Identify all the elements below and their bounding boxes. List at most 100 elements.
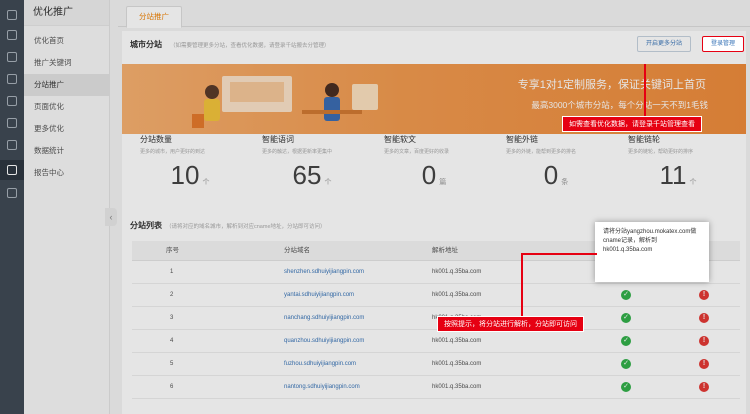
stat-number: 10 — [170, 160, 200, 190]
stat-desc: 更多的链轮，帮助更好的排序 — [628, 149, 694, 155]
sidebar-title: 优化推广 — [24, 0, 109, 26]
sidebar-item-optimize-home[interactable]: 优化首页 — [24, 30, 109, 52]
cell-cname: hk001.q.35ba.com — [432, 361, 482, 367]
annotation-line — [521, 253, 597, 255]
banner-subline: 最高3000个城市分站，每个分站一天不到1毛钱 — [531, 100, 708, 110]
cell-cname: hk001.q.35ba.com — [432, 292, 482, 298]
stat-desc: 更多的触达，根据更新率更集中 — [262, 149, 333, 155]
cell-domain[interactable]: quanzhou.sdhuiyijiangpin.com — [284, 330, 364, 353]
sidebar-item-substation[interactable]: 分站推广 — [24, 74, 109, 96]
monitor-icon[interactable] — [7, 30, 17, 40]
table-row: 4 quanzhou.sdhuiyijiangpin.com hk001.q.3… — [132, 330, 740, 353]
cell-domain[interactable]: yantai.sdhuiyijiangpin.com — [284, 284, 354, 307]
cname-popup: 请将分站yangzhou.mokatex.com做cname记录，解析到hk00… — [595, 222, 709, 282]
sidebar-item-reports[interactable]: 报告中心 — [24, 162, 109, 184]
header-no: 序号 — [166, 247, 179, 254]
stat-unit: 条 — [561, 179, 569, 186]
cell-domain[interactable]: nanchang.sdhuiyijiangpin.com — [284, 307, 364, 330]
sidebar-item-statistics[interactable]: 数据统计 — [24, 140, 109, 162]
table-row: 6 nantong.sdhuiyijiangpin.com hk001.q.35… — [132, 376, 740, 399]
stat-smart-words: 智能语词 更多的触达，根据更新率更集中 65 个 — [262, 134, 382, 204]
search-icon[interactable] — [7, 96, 17, 106]
grid-icon[interactable] — [7, 74, 17, 84]
resolve-tip: 按照提示，将分站进行解析，分站即可访问 — [437, 316, 584, 332]
sidebar-item-keywords[interactable]: 推广关键词 — [24, 52, 109, 74]
gear-icon[interactable] — [7, 188, 17, 198]
city-section-hint: （如需要管理更多分站，查看优化数据，请登录千站搬去分管理） — [170, 43, 330, 49]
error-icon[interactable]: ! — [699, 336, 709, 346]
stat-smart-links: 智能外链 更多的外链，能帮到更多的排名 0条 — [506, 134, 626, 204]
stat-unit: 个 — [689, 179, 697, 186]
sidebar-item-page-optimize[interactable]: 页面优化 — [24, 96, 109, 118]
check-icon: ✓ — [621, 336, 631, 346]
tab-substation[interactable]: 分站推广 — [126, 6, 182, 28]
main-content: 分站推广 城市分站 （如需要管理更多分站，查看优化数据，请登录千站搬去分管理） … — [118, 0, 750, 414]
error-icon[interactable]: ! — [699, 382, 709, 392]
stat-number: 0 — [421, 160, 437, 190]
tab-bar: 分站推广 — [118, 0, 750, 28]
table-row: 2 yantai.sdhuiyijiangpin.com hk001.q.35b… — [132, 284, 740, 307]
stat-number: 0 — [543, 160, 559, 190]
stat-unit: 篇 — [439, 179, 447, 186]
stat-desc: 更多的外链，能帮到更多的排名 — [506, 149, 577, 155]
cell-domain[interactable]: nantong.sdhuiyijiangpin.com — [284, 376, 360, 399]
stat-desc: 更多的城市，用户更好的到达 — [140, 149, 206, 155]
stat-value: 10 个 — [130, 160, 250, 191]
secondary-sidebar: 优化推广 优化首页 推广关键词 分站推广 页面优化 更多优化 数据统计 报告中心 — [24, 0, 110, 414]
error-icon[interactable]: ! — [699, 313, 709, 323]
chart-icon[interactable] — [7, 118, 17, 128]
list-section-title: 分站列表 — [130, 221, 162, 230]
cell-no: 5 — [170, 361, 174, 367]
banner-headline: 专享1对1定制服务，保证关键词上首页 — [517, 79, 706, 91]
error-icon[interactable]: ! — [699, 359, 709, 369]
cell-domain[interactable]: fuzhou.sdhuiyijiangpin.com — [284, 353, 356, 376]
header-domain: 分站域名 — [284, 247, 310, 254]
check-icon: ✓ — [621, 290, 631, 300]
check-icon: ✓ — [621, 382, 631, 392]
login-manage-button[interactable]: 登录管理 — [702, 36, 745, 52]
box-icon[interactable] — [7, 140, 17, 150]
banner-illustration — [192, 76, 378, 128]
stat-title: 分站数量 — [140, 135, 172, 144]
list-section-hint: （请将对应的域名城市，解析到对应cname地址，分站即可访问） — [166, 224, 326, 230]
stat-number: 11 — [659, 160, 687, 190]
stat-value: 65 个 — [252, 160, 372, 191]
cell-no: 1 — [170, 269, 174, 275]
send-icon[interactable] — [7, 165, 17, 175]
error-icon[interactable]: ! — [699, 290, 709, 300]
stat-desc: 更多的文章，百度更好的收录 — [384, 149, 450, 155]
collapse-sidebar-button[interactable]: ‹ — [105, 208, 117, 226]
login-tip: 如需查看优化数据，请登录千站管理查看 — [562, 116, 702, 132]
stat-title: 智能链轮 — [628, 135, 660, 144]
cell-no: 2 — [170, 292, 174, 298]
cell-cname: hk001.q.35ba.com — [432, 384, 482, 390]
home-icon[interactable] — [7, 10, 17, 20]
city-section-title: 城市分站 — [130, 40, 162, 49]
stat-title: 智能语词 — [262, 135, 294, 144]
check-icon: ✓ — [621, 359, 631, 369]
stat-smart-wheel: 智能链轮 更多的链轮，帮助更好的排序 11 个 — [628, 134, 748, 204]
header-cname: 解析地址 — [432, 247, 458, 254]
cell-no: 3 — [170, 315, 174, 321]
check-icon: ✓ — [621, 313, 631, 323]
sidebar-item-more-optimize[interactable]: 更多优化 — [24, 118, 109, 140]
stat-value: 0篇 — [374, 160, 494, 191]
cell-no: 4 — [170, 338, 174, 344]
table-row: 5 fuzhou.sdhuiyijiangpin.com hk001.q.35b… — [132, 353, 740, 376]
document-icon[interactable] — [7, 52, 17, 62]
open-more-button[interactable]: 开启更多分站 — [637, 36, 692, 52]
stat-unit: 个 — [202, 179, 210, 186]
cell-domain[interactable]: shenzhen.sdhuiyijiangpin.com — [284, 261, 364, 284]
stat-value: 0条 — [496, 160, 616, 191]
stat-smart-articles: 智能软文 更多的文章，百度更好的收录 0篇 — [384, 134, 504, 204]
cell-cname: hk001.q.35ba.com — [432, 269, 482, 275]
stat-title: 智能软文 — [384, 135, 416, 144]
annotation-line — [521, 253, 523, 325]
icon-rail — [0, 0, 24, 414]
cell-no: 6 — [170, 384, 174, 390]
stat-substations: 分站数量 更多的城市，用户更好的到达 10 个 — [140, 134, 260, 204]
stat-number: 65 — [292, 160, 322, 190]
stat-unit: 个 — [324, 179, 332, 186]
annotation-line — [644, 64, 646, 120]
table-row: 3 nanchang.sdhuiyijiangpin.com hk001.q.3… — [132, 307, 740, 330]
